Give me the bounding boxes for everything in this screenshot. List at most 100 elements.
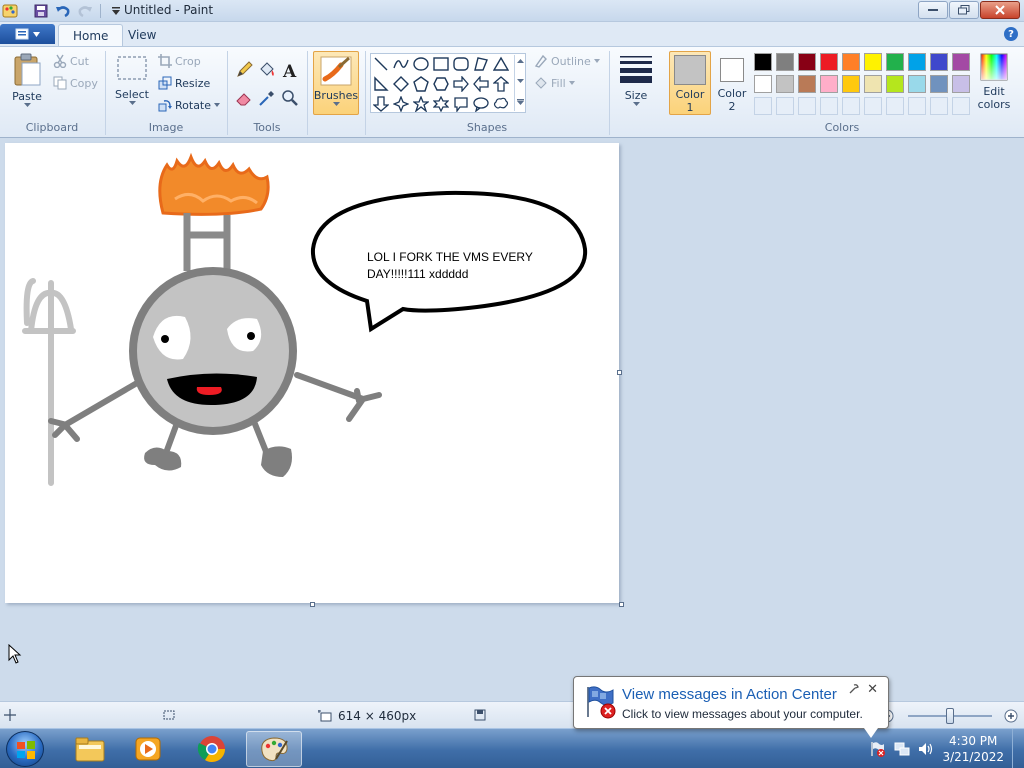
cut-button[interactable]: Cut bbox=[53, 54, 89, 68]
oval-shape-icon[interactable] bbox=[411, 54, 431, 74]
customize-qat-icon[interactable] bbox=[107, 2, 125, 20]
palette-swatch[interactable] bbox=[820, 53, 838, 71]
custom-color-slot[interactable] bbox=[886, 97, 904, 115]
rounded-callout-shape-icon[interactable] bbox=[451, 94, 471, 114]
brushes-button[interactable]: Brushes bbox=[313, 51, 359, 115]
down-arrow-shape-icon[interactable] bbox=[371, 94, 391, 114]
color1-button[interactable]: Color 1 bbox=[669, 51, 711, 115]
custom-color-slot[interactable] bbox=[754, 97, 772, 115]
palette-swatch[interactable] bbox=[842, 53, 860, 71]
resize-handle-right[interactable] bbox=[617, 370, 622, 375]
line-shape-icon[interactable] bbox=[371, 54, 391, 74]
notification-close-button[interactable]: ✕ bbox=[867, 682, 878, 697]
palette-swatch[interactable] bbox=[776, 53, 794, 71]
custom-color-slot[interactable] bbox=[952, 97, 970, 115]
polygon-shape-icon[interactable] bbox=[471, 54, 491, 74]
palette-swatch[interactable] bbox=[842, 75, 860, 93]
color-picker-icon[interactable] bbox=[257, 88, 277, 108]
save-icon[interactable] bbox=[32, 2, 50, 20]
palette-swatch[interactable] bbox=[930, 75, 948, 93]
palette-swatch[interactable] bbox=[952, 75, 970, 93]
crop-button[interactable]: Crop bbox=[158, 54, 201, 68]
resize-button[interactable]: Resize bbox=[158, 76, 210, 90]
right-triangle-shape-icon[interactable] bbox=[371, 74, 391, 94]
drawing-canvas[interactable]: LOL I FORK THE VMS EVERY DAY!!!!!111 xdd… bbox=[5, 143, 619, 603]
custom-color-slot[interactable] bbox=[798, 97, 816, 115]
palette-swatch[interactable] bbox=[886, 53, 904, 71]
start-button[interactable] bbox=[6, 731, 44, 767]
oval-callout-shape-icon[interactable] bbox=[471, 94, 491, 114]
palette-swatch[interactable] bbox=[886, 75, 904, 93]
notification-title[interactable]: View messages in Action Center bbox=[622, 686, 837, 703]
custom-color-slot[interactable] bbox=[864, 97, 882, 115]
taskbar-clock[interactable]: 4:30 PM 3/21/2022 bbox=[942, 733, 1004, 765]
shapes-scroll[interactable] bbox=[514, 55, 526, 111]
edit-colors-button[interactable]: Edit colors bbox=[976, 53, 1012, 111]
tab-view[interactable]: View bbox=[114, 24, 170, 46]
up-arrow-shape-icon[interactable] bbox=[491, 74, 511, 94]
network-icon[interactable] bbox=[894, 741, 910, 760]
curve-shape-icon[interactable] bbox=[391, 54, 411, 74]
taskbar-media-player[interactable] bbox=[120, 731, 176, 767]
select-button[interactable]: Select bbox=[113, 55, 151, 105]
diamond-shape-icon[interactable] bbox=[391, 74, 411, 94]
text-tool-icon[interactable]: A bbox=[280, 60, 300, 80]
rectangle-shape-icon[interactable] bbox=[431, 54, 451, 74]
outline-button[interactable]: Outline bbox=[534, 54, 600, 68]
left-arrow-shape-icon[interactable] bbox=[471, 74, 491, 94]
custom-color-slot[interactable] bbox=[930, 97, 948, 115]
pentagon-shape-icon[interactable] bbox=[411, 74, 431, 94]
size-button[interactable]: Size bbox=[617, 55, 655, 106]
palette-swatch[interactable] bbox=[908, 53, 926, 71]
undo-icon[interactable] bbox=[54, 2, 72, 20]
canvas-workspace[interactable]: LOL I FORK THE VMS EVERY DAY!!!!!111 xdd… bbox=[0, 139, 1024, 701]
pencil-icon[interactable] bbox=[234, 60, 254, 80]
palette-swatch[interactable] bbox=[754, 75, 772, 93]
rounded-rectangle-shape-icon[interactable] bbox=[451, 54, 471, 74]
help-icon[interactable]: ? bbox=[1004, 27, 1018, 41]
notification-options-icon[interactable] bbox=[848, 683, 860, 698]
rotate-button[interactable]: Rotate bbox=[158, 98, 221, 112]
six-point-star-shape-icon[interactable] bbox=[431, 94, 451, 114]
hexagon-shape-icon[interactable] bbox=[431, 74, 451, 94]
palette-swatch[interactable] bbox=[798, 75, 816, 93]
cloud-callout-shape-icon[interactable] bbox=[491, 94, 511, 114]
right-arrow-shape-icon[interactable] bbox=[451, 74, 471, 94]
eraser-icon[interactable] bbox=[234, 88, 254, 108]
paint-app-icon[interactable] bbox=[2, 3, 18, 19]
custom-color-slot[interactable] bbox=[908, 97, 926, 115]
palette-swatch[interactable] bbox=[776, 75, 794, 93]
zoom-in-button[interactable] bbox=[1004, 709, 1018, 723]
taskbar-explorer[interactable] bbox=[62, 731, 118, 767]
resize-handle-corner[interactable] bbox=[619, 602, 624, 607]
palette-swatch[interactable] bbox=[798, 53, 816, 71]
palette-swatch[interactable] bbox=[820, 75, 838, 93]
paint-menu-button[interactable] bbox=[0, 24, 55, 44]
minimize-button[interactable] bbox=[918, 1, 948, 19]
triangle-shape-icon[interactable] bbox=[491, 54, 511, 74]
fill-button[interactable]: Fill bbox=[534, 76, 575, 90]
custom-color-slot[interactable] bbox=[842, 97, 860, 115]
paste-button[interactable]: Paste bbox=[8, 53, 46, 107]
magnifier-icon[interactable] bbox=[280, 88, 300, 108]
show-desktop-button[interactable] bbox=[1012, 729, 1024, 768]
taskbar-paint[interactable] bbox=[246, 731, 302, 767]
palette-swatch[interactable] bbox=[952, 53, 970, 71]
fill-bucket-icon[interactable] bbox=[257, 60, 277, 80]
custom-color-slot[interactable] bbox=[820, 97, 838, 115]
palette-swatch[interactable] bbox=[908, 75, 926, 93]
five-point-star-shape-icon[interactable] bbox=[411, 94, 431, 114]
taskbar-chrome[interactable] bbox=[184, 731, 240, 767]
palette-swatch[interactable] bbox=[864, 75, 882, 93]
volume-icon[interactable] bbox=[918, 741, 934, 760]
custom-color-slot[interactable] bbox=[776, 97, 794, 115]
palette-swatch[interactable] bbox=[864, 53, 882, 71]
palette-swatch[interactable] bbox=[754, 53, 772, 71]
action-center-notification[interactable]: View messages in Action Center Click to … bbox=[573, 676, 889, 738]
copy-button[interactable]: Copy bbox=[53, 76, 98, 90]
zoom-slider-thumb[interactable] bbox=[946, 708, 954, 724]
redo-icon[interactable] bbox=[76, 2, 94, 20]
four-point-star-shape-icon[interactable] bbox=[391, 94, 411, 114]
resize-handle-bottom[interactable] bbox=[310, 602, 315, 607]
palette-swatch[interactable] bbox=[930, 53, 948, 71]
